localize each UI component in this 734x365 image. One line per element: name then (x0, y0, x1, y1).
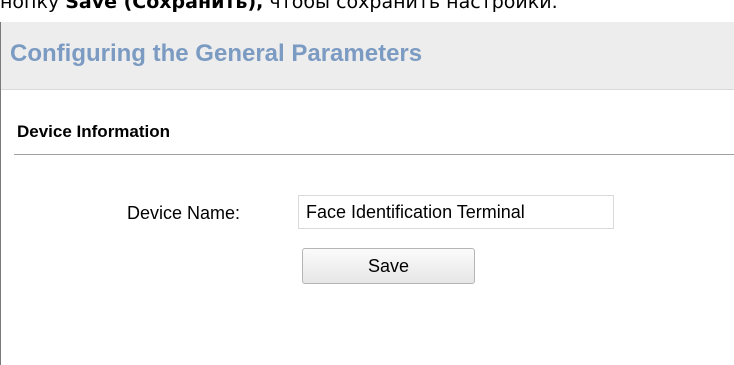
caption-suffix: чтобы сохранить настройки. (263, 0, 558, 13)
section-divider (14, 154, 734, 155)
panel-header: Configuring the General Parameters (1, 22, 734, 90)
page-title: Configuring the General Parameters (10, 40, 423, 67)
device-name-label: Device Name: (127, 203, 241, 223)
document-caption: нопку Save (Сохранить), чтобы сохранить … (0, 0, 734, 13)
device-name-input[interactable] (298, 195, 614, 229)
caption-prefix: нопку (0, 0, 66, 13)
page: нопку Save (Сохранить), чтобы сохранить … (0, 0, 734, 365)
save-button[interactable]: Save (302, 248, 475, 284)
section-title-device-information: Device Information (17, 122, 171, 141)
settings-panel: Configuring the General Parameters Devic… (0, 22, 734, 365)
caption-bold: Save (Сохранить), (65, 0, 264, 13)
